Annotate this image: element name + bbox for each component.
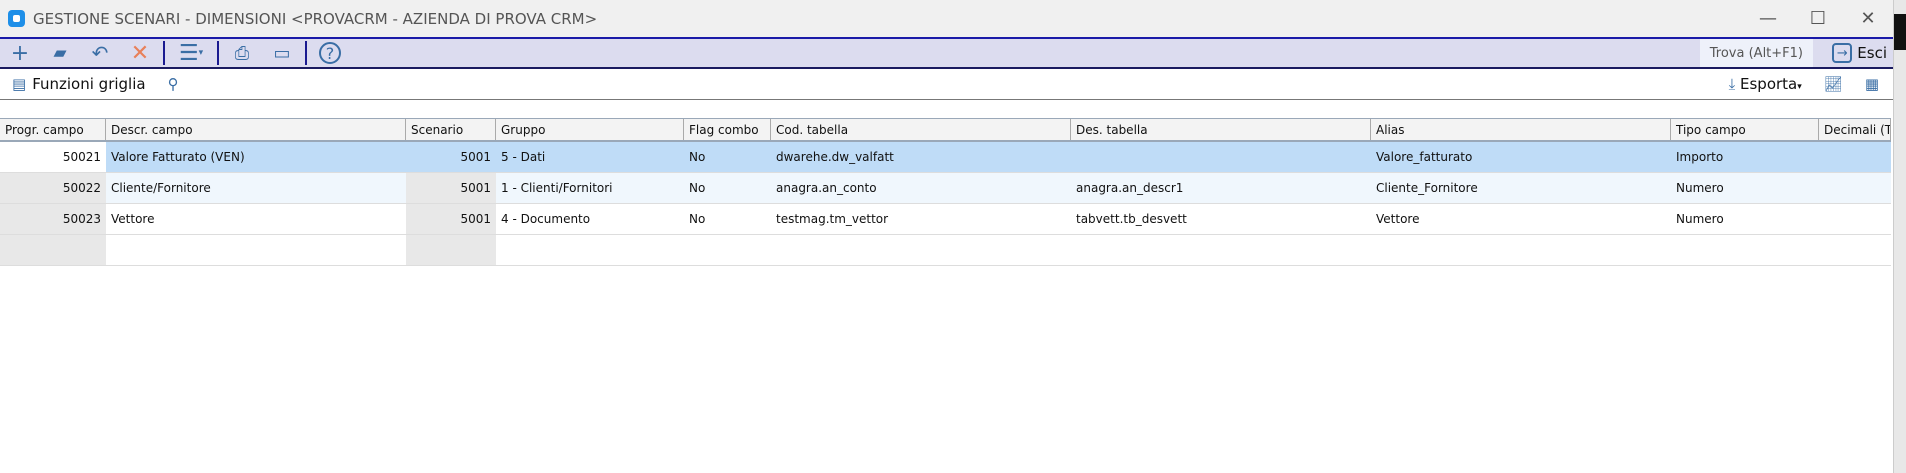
folder-icon[interactable]: ▰	[40, 39, 80, 67]
separator	[217, 41, 219, 65]
table-cell	[1071, 142, 1371, 172]
column-header[interactable]: Des. tabella	[1071, 119, 1371, 140]
exit-icon: →	[1832, 43, 1853, 63]
table-cell: No	[689, 181, 706, 195]
table-cell: Vettore	[111, 212, 155, 226]
table-cell	[106, 235, 406, 265]
column-header[interactable]: Cod. tabella	[771, 119, 1071, 140]
table-cell: Cliente/Fornitore	[111, 181, 211, 195]
table-cell: anagra.an_descr1	[1076, 181, 1184, 195]
plus-icon[interactable]: +	[0, 39, 40, 67]
table-cell	[406, 235, 496, 265]
table-cell	[1819, 173, 1891, 203]
help-icon[interactable]: ?	[310, 39, 350, 67]
table-cell: 50021	[0, 142, 106, 172]
close-button[interactable]: ✕	[1843, 0, 1893, 37]
exit-button[interactable]: → Esci	[1832, 39, 1887, 67]
table-cell: 1 - Clienti/Fornitori	[501, 181, 613, 195]
column-header[interactable]: Flag combo	[684, 119, 771, 140]
column-header[interactable]: Decimali (T	[1819, 119, 1891, 140]
exit-label: Esci	[1857, 44, 1887, 62]
export-button[interactable]: ⤓ Esporta▾	[1729, 75, 1802, 93]
column-header[interactable]: Scenario	[406, 119, 496, 140]
grid-functions-button[interactable]: Funzioni griglia	[32, 75, 145, 93]
table-cell: Vettore	[1376, 212, 1420, 226]
window-title: GESTIONE SCENARI - DIMENSIONI <PROVACRM …	[33, 9, 598, 28]
table-cell: Valore_fatturato	[1376, 150, 1473, 164]
table-cell	[1671, 235, 1819, 265]
table-cell: dwarehe.dw_valfatt	[776, 150, 894, 164]
table-cell: 50022	[0, 173, 106, 203]
empty-row[interactable]	[0, 235, 1891, 266]
list-icon: ▤	[12, 75, 27, 93]
table-cell: 5001	[406, 204, 496, 234]
table-cell: 5001	[460, 150, 491, 164]
table-cell: 4 - Documento	[501, 212, 591, 226]
minimize-button[interactable]: —	[1743, 0, 1793, 37]
app-icon	[8, 10, 25, 27]
table-cell: No	[689, 212, 706, 226]
chart-icon[interactable]: 📈︎	[1824, 75, 1843, 93]
table-cell: No	[689, 150, 706, 164]
table-cell: testmag.tm_vettor	[776, 212, 889, 226]
table-row[interactable]: 50022 Cliente/Fornitore 5001 1 - Clienti/Fo…	[0, 173, 1891, 204]
column-header[interactable]: Descr. campo	[106, 119, 406, 140]
data-grid: Progr. campo Descr. campo Scenario Gruppo Fl…	[0, 118, 1891, 266]
menu-icon[interactable]: ☰ ▾	[168, 39, 214, 67]
filter-icon[interactable]: ⚲	[168, 75, 179, 93]
table-cell	[496, 235, 684, 265]
column-header[interactable]: Alias	[1371, 119, 1671, 140]
table-cell: tabvett.tb_desvett	[1076, 212, 1187, 226]
table-cell: anagra.an_conto	[776, 181, 877, 195]
table-cell	[1819, 235, 1891, 265]
download-icon: ⤓	[1728, 75, 1736, 93]
table-cell	[1819, 204, 1891, 234]
print-icon[interactable]: ⎙	[222, 39, 262, 67]
title-bar: GESTIONE SCENARI - DIMENSIONI <PROVACRM …	[0, 0, 1893, 37]
toolbar: + ▰ ↶ ✕ ☰ ▾ ⎙ ▭ ? Trova (Alt+F1) → Esci	[0, 37, 1893, 69]
table-cell	[1071, 235, 1371, 265]
table-cell	[771, 235, 1071, 265]
table-cell: Valore Fatturato (VEN)	[111, 150, 245, 164]
background-window	[1894, 0, 1906, 473]
table-cell: Importo	[1676, 150, 1724, 164]
column-header[interactable]: Tipo campo	[1671, 119, 1819, 140]
table-cell: 50023	[0, 204, 106, 234]
table-cell	[1819, 142, 1891, 172]
table-row[interactable]: 50021 Valore Fatturato (VEN) 5001 5 - Dati N…	[0, 142, 1891, 173]
table-cell	[684, 235, 771, 265]
separator	[163, 41, 165, 65]
delete-icon[interactable]: ✕	[120, 39, 160, 67]
grid-functions-bar: ▤ Funzioni griglia ⚲ ⤓ Esporta▾ 📈︎ ▦	[0, 69, 1893, 100]
monitor-icon[interactable]: ▭	[262, 39, 302, 67]
table-cell: Numero	[1676, 212, 1724, 226]
table-cell	[1371, 235, 1671, 265]
table-cell: Numero	[1676, 181, 1724, 195]
main-window: GESTIONE SCENARI - DIMENSIONI <PROVACRM …	[0, 0, 1894, 473]
column-header[interactable]: Gruppo	[496, 119, 684, 140]
export-label: Esporta	[1740, 75, 1798, 93]
column-header[interactable]: Progr. campo	[0, 119, 106, 140]
table-cell	[0, 235, 106, 265]
maximize-button[interactable]: ☐	[1793, 0, 1843, 37]
grid-icon[interactable]: ▦	[1865, 75, 1879, 93]
table-cell: 5 - Dati	[501, 150, 546, 164]
grid-header: Progr. campo Descr. campo Scenario Gruppo Fl…	[0, 118, 1891, 142]
table-cell: 5001	[406, 173, 496, 203]
separator	[305, 41, 307, 65]
table-cell: Cliente_Fornitore	[1376, 181, 1478, 195]
table-row[interactable]: 50023 Vettore 5001 4 - Documento No testmag.t…	[0, 204, 1891, 235]
undo-icon[interactable]: ↶	[80, 39, 120, 67]
find-button[interactable]: Trova (Alt+F1)	[1699, 39, 1813, 67]
